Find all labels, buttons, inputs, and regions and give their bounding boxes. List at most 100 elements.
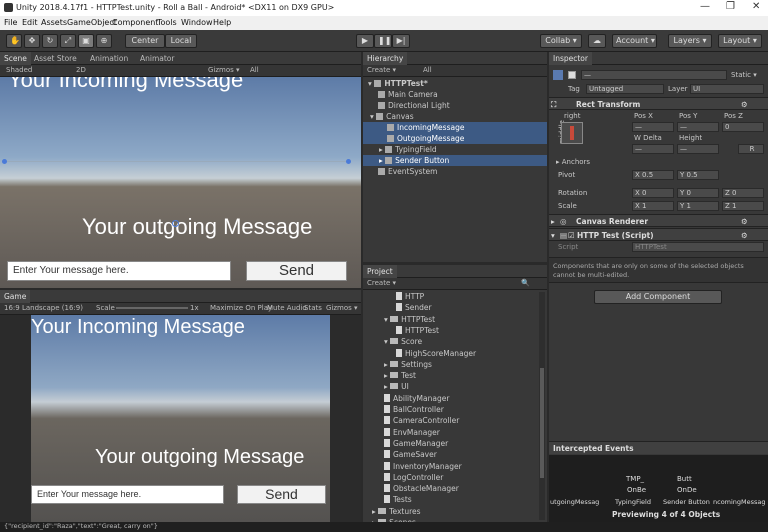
project-create-button[interactable]: Create ▾ (367, 279, 396, 287)
pivot-x-field[interactable]: X 0.5 (632, 170, 674, 180)
project-scrollbar[interactable] (539, 292, 545, 520)
project-folder-item[interactable]: ▸ Test (384, 370, 416, 381)
game-view[interactable]: Your Incoming Message Your outgoing Mess… (31, 315, 330, 522)
hierarchy-item[interactable]: ▸ TypingField (379, 144, 437, 155)
stats-toggle[interactable]: Stats (304, 304, 322, 312)
scrollbar-thumb[interactable] (540, 368, 544, 478)
menu-edit[interactable]: Edit (22, 18, 38, 27)
intercepted-events-header[interactable]: Intercepted Events (549, 441, 768, 454)
pivot-center-button[interactable]: Center (125, 34, 165, 48)
account-button[interactable]: Account ▾ (612, 34, 657, 48)
tab-animator[interactable]: Animator (136, 52, 178, 65)
scene-incoming-text[interactable]: Your Incoming Message (8, 77, 243, 93)
height-field[interactable]: — (677, 144, 719, 154)
scale-slider[interactable] (116, 307, 188, 309)
tab-asset-store[interactable]: Asset Store (30, 52, 81, 65)
rotate-tool-icon[interactable]: ↻ (42, 34, 58, 48)
pos-x-field[interactable]: — (632, 122, 674, 132)
maximize-on-play-toggle[interactable]: Maximize On Play (210, 304, 272, 312)
scene-search-field[interactable]: All (250, 66, 259, 74)
project-file-item[interactable]: HighScoreManager (396, 348, 476, 359)
pos-z-field[interactable]: 0 (722, 122, 764, 132)
project-file-item[interactable]: CameraController (384, 415, 459, 426)
project-file-item[interactable]: Sender (396, 302, 432, 313)
project-file-item[interactable]: EnvManager (384, 427, 440, 438)
menu-assets[interactable]: Assets (41, 18, 67, 27)
hierarchy-item-selected[interactable]: IncomingMessage (363, 122, 547, 133)
project-file-item[interactable]: GameManager (384, 438, 448, 449)
project-folder-item[interactable]: ▸ Textures (372, 506, 421, 517)
hierarchy-create-button[interactable]: Create ▾ (367, 66, 396, 74)
project-folder-item[interactable]: ▾ HTTPTest (384, 314, 435, 325)
menu-gameobject[interactable]: GameObject (67, 18, 117, 27)
hierarchy-item[interactable]: ▾ Canvas (370, 111, 414, 122)
tab-hierarchy[interactable]: Hierarchy (363, 52, 408, 65)
move-tool-icon[interactable]: ✥ (24, 34, 40, 48)
tab-animation[interactable]: Animation (86, 52, 132, 65)
tab-game[interactable]: Game (0, 290, 31, 303)
rotation-z-field[interactable]: Z 0 (722, 188, 764, 198)
static-toggle[interactable]: Static ▾ (731, 71, 757, 79)
rect-handle[interactable] (346, 159, 351, 164)
game-send-button[interactable]: Send (237, 485, 326, 504)
project-file-item[interactable]: LogController (384, 472, 443, 483)
project-file-item[interactable]: AbilityManager (384, 393, 449, 404)
tab-project[interactable]: Project (363, 265, 397, 278)
hierarchy-scene-root[interactable]: ▾ HTTPTest* (368, 78, 428, 89)
raw-edit-button[interactable]: R (738, 144, 764, 154)
project-file-item[interactable]: ObstacleManager (384, 483, 459, 494)
scene-input-field[interactable]: Enter Your message here. (7, 261, 231, 281)
scene-send-button[interactable]: Send (246, 261, 347, 281)
rect-tool-icon[interactable]: ▣ (78, 34, 94, 48)
collab-button[interactable]: Collab ▾ (540, 34, 582, 48)
play-icon[interactable]: ▶ (356, 34, 374, 48)
pivot-y-field[interactable]: Y 0.5 (677, 170, 719, 180)
status-bar[interactable]: {"recipient_id":"Raza","text":"Great, ca… (0, 522, 768, 532)
project-file-item[interactable]: Tests (384, 494, 412, 505)
anchor-presets-button[interactable] (561, 122, 583, 144)
layout-button[interactable]: Layout ▾ (718, 34, 762, 48)
scale-tool-icon[interactable]: ⤢ (60, 34, 76, 48)
scale-x-field[interactable]: X 1 (632, 201, 674, 211)
rotation-y-field[interactable]: Y 0 (677, 188, 719, 198)
name-field[interactable]: — (581, 70, 727, 80)
anchors-foldout[interactable]: ▸ Anchors (556, 158, 590, 166)
scene-outgoing-text[interactable]: Your outgoing Message (82, 214, 312, 240)
tab-inspector[interactable]: Inspector (549, 52, 592, 65)
hierarchy-search-field[interactable]: All (423, 66, 432, 74)
project-file-item[interactable]: HTTP (396, 291, 424, 302)
step-icon[interactable]: ▶| (392, 34, 410, 48)
scene-view[interactable]: Your Incoming Message Your outgoing Mess… (0, 77, 361, 288)
rotation-x-field[interactable]: X 0 (632, 188, 674, 198)
pivot-local-button[interactable]: Local (165, 34, 197, 48)
layer-dropdown[interactable]: UI (690, 84, 764, 94)
add-component-button[interactable]: Add Component (594, 290, 722, 304)
http-test-header[interactable]: ▾ ▤ ☑ HTTP Test (Script) ⚙ (549, 228, 768, 241)
mute-audio-toggle[interactable]: Mute Audio (267, 304, 307, 312)
w-delta-field[interactable]: — (632, 144, 674, 154)
scale-z-field[interactable]: Z 1 (722, 201, 764, 211)
hierarchy-item-selected[interactable]: ▸ Sender Button (363, 155, 547, 166)
settings-gear-icon[interactable]: ⚙ (741, 100, 748, 109)
project-file-item[interactable]: BallController (384, 404, 444, 415)
pivot-handle[interactable] (172, 220, 179, 227)
menu-window[interactable]: Window (181, 18, 213, 27)
pause-icon[interactable]: ❚❚ (374, 34, 392, 48)
minimize-icon[interactable]: — (700, 1, 710, 12)
project-file-item[interactable]: InventoryManager (384, 461, 462, 472)
close-icon[interactable]: ✕ (752, 1, 760, 12)
settings-gear-icon[interactable]: ⚙ (741, 231, 748, 240)
project-file-item[interactable]: HTTPTest (396, 325, 439, 336)
menu-file[interactable]: File (4, 18, 17, 27)
settings-gear-icon[interactable]: ⚙ (741, 217, 748, 226)
menu-help[interactable]: Help (213, 18, 231, 27)
hierarchy-item[interactable]: EventSystem (378, 166, 437, 177)
maximize-icon[interactable]: ❐ (726, 1, 735, 12)
active-checkbox[interactable] (568, 71, 576, 79)
menu-tools[interactable]: Tools (157, 18, 177, 27)
canvas-renderer-header[interactable]: ▸ ◎ Canvas Renderer ⚙ (549, 214, 768, 227)
scale-y-field[interactable]: Y 1 (677, 201, 719, 211)
tag-dropdown[interactable]: Untagged (586, 84, 664, 94)
hierarchy-item-selected[interactable]: OutgoingMessage (363, 133, 547, 144)
project-folder-item[interactable]: ▸ Settings (384, 359, 432, 370)
